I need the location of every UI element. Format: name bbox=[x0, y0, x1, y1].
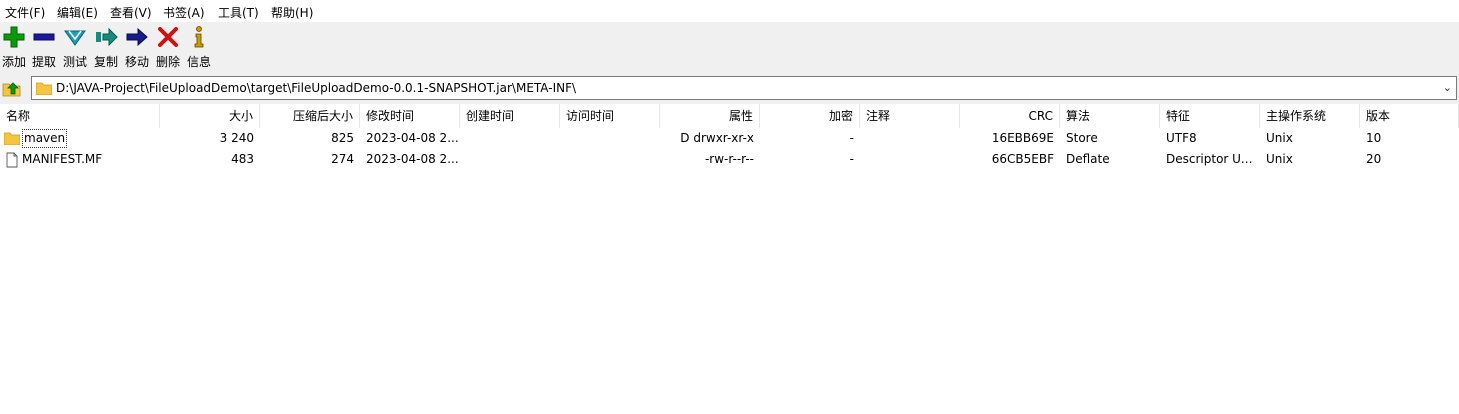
row-name: MANIFEST.MF bbox=[22, 152, 103, 166]
column-header-name[interactable]: 名称 bbox=[0, 104, 160, 128]
row-accessed bbox=[560, 128, 660, 149]
test-icon bbox=[64, 30, 86, 46]
info-label: 信息 bbox=[186, 55, 211, 69]
row-crc: 66CB5EBF bbox=[991, 152, 1054, 166]
menu-view[interactable]: 查看(V) bbox=[110, 4, 152, 21]
column-header-attributes[interactable]: 属性 bbox=[660, 104, 760, 128]
column-header-encrypted[interactable]: 加密 bbox=[760, 104, 860, 128]
toolbar: 添加 提取 测试 复制 移动 删除 信息 bbox=[0, 22, 1459, 73]
info-icon bbox=[194, 26, 204, 48]
row-packed-size: 274 bbox=[331, 152, 354, 166]
info-button[interactable]: 信息 bbox=[184, 25, 214, 71]
extract-button[interactable]: 提取 bbox=[29, 25, 59, 71]
row-modified: 2023-04-08 2... bbox=[366, 131, 459, 145]
menu-file[interactable]: 文件(F) bbox=[5, 4, 45, 21]
column-header-crc[interactable]: CRC bbox=[960, 104, 1060, 128]
row-packed-size: 825 bbox=[331, 131, 354, 145]
up-folder-icon[interactable] bbox=[2, 78, 22, 98]
column-header-modified[interactable]: 修改时间 bbox=[360, 104, 460, 128]
column-header-accessed[interactable]: 访问时间 bbox=[560, 104, 660, 128]
delete-label: 删除 bbox=[155, 55, 180, 69]
row-accessed bbox=[560, 149, 660, 170]
row-method: Store bbox=[1066, 131, 1098, 145]
row-version: 10 bbox=[1366, 131, 1382, 145]
extract-label: 提取 bbox=[31, 55, 56, 69]
name-cell: maven bbox=[0, 128, 160, 149]
add-button[interactable]: 添加 bbox=[0, 25, 29, 71]
move-label: 移动 bbox=[124, 55, 149, 69]
row-name: maven bbox=[22, 129, 68, 148]
delete-icon bbox=[158, 27, 178, 47]
address-bar: D:\JAVA-Project\FileUploadDemo\target\Fi… bbox=[0, 73, 1459, 105]
row-encrypted: - bbox=[849, 131, 854, 145]
menu-tools[interactable]: 工具(T) bbox=[218, 4, 259, 21]
add-icon bbox=[3, 26, 25, 48]
copy-button[interactable]: 复制 bbox=[91, 25, 121, 71]
move-icon bbox=[126, 27, 148, 47]
test-button[interactable]: 测试 bbox=[60, 25, 90, 71]
copy-label: 复制 bbox=[93, 55, 118, 69]
test-label: 测试 bbox=[62, 55, 87, 69]
menu-bookmarks[interactable]: 书签(A) bbox=[163, 4, 205, 21]
column-header-packed-size[interactable]: 压缩后大小 bbox=[260, 104, 360, 128]
row-size: 3 240 bbox=[219, 131, 254, 145]
column-header-host-os[interactable]: 主操作系统 bbox=[1260, 104, 1360, 128]
row-characteristics: UTF8 bbox=[1166, 131, 1197, 145]
menu-bar: 文件(F) 编辑(E) 查看(V) 书签(A) 工具(T) 帮助(H) bbox=[0, 0, 1459, 23]
table-row[interactable]: MANIFEST.MF 483 274 2023-04-08 2... -rw-… bbox=[0, 149, 1459, 170]
extract-icon bbox=[33, 33, 55, 41]
row-size: 483 bbox=[231, 152, 254, 166]
row-created bbox=[460, 128, 560, 149]
move-button[interactable]: 移动 bbox=[122, 25, 152, 71]
row-host-os: Unix bbox=[1266, 152, 1293, 166]
row-comment bbox=[860, 128, 960, 149]
delete-button[interactable]: 删除 bbox=[153, 25, 183, 71]
column-header-method[interactable]: 算法 bbox=[1060, 104, 1160, 128]
path-text: D:\JAVA-Project\FileUploadDemo\target\Fi… bbox=[56, 81, 577, 95]
column-header-characteristics[interactable]: 特征 bbox=[1160, 104, 1260, 128]
row-created bbox=[460, 149, 560, 170]
add-label: 添加 bbox=[1, 55, 26, 69]
folder-icon bbox=[36, 82, 52, 95]
row-attributes: D drwxr-xr-x bbox=[680, 131, 754, 145]
row-host-os: Unix bbox=[1266, 131, 1293, 145]
menu-help[interactable]: 帮助(H) bbox=[271, 4, 313, 21]
column-header-created[interactable]: 创建时间 bbox=[460, 104, 560, 128]
row-encrypted: - bbox=[849, 152, 854, 166]
table-row[interactable]: maven 3 240 825 2023-04-08 2... D drwxr-… bbox=[0, 128, 1459, 149]
column-header-row: 名称 大小 压缩后大小 修改时间 创建时间 访问时间 属性 加密 注释 CRC … bbox=[0, 104, 1459, 128]
file-icon bbox=[6, 152, 18, 167]
row-comment bbox=[860, 149, 960, 170]
row-modified: 2023-04-08 2... bbox=[366, 152, 459, 166]
path-combobox[interactable]: D:\JAVA-Project\FileUploadDemo\target\Fi… bbox=[31, 76, 1457, 100]
copy-icon bbox=[96, 27, 118, 47]
folder-icon bbox=[4, 132, 20, 145]
row-attributes: -rw-r--r-- bbox=[704, 152, 754, 166]
column-header-comment[interactable]: 注释 bbox=[860, 104, 960, 128]
column-header-size[interactable]: 大小 bbox=[160, 104, 260, 128]
row-crc: 16EBB69E bbox=[991, 131, 1054, 145]
menu-edit[interactable]: 编辑(E) bbox=[57, 4, 98, 21]
row-version: 20 bbox=[1366, 152, 1382, 166]
column-header-version[interactable]: 版本 bbox=[1360, 104, 1459, 128]
chevron-down-icon[interactable]: ⌄ bbox=[1443, 81, 1452, 94]
row-characteristics: Descriptor U... bbox=[1166, 152, 1253, 166]
row-method: Deflate bbox=[1066, 152, 1110, 166]
name-cell: MANIFEST.MF bbox=[0, 149, 160, 170]
